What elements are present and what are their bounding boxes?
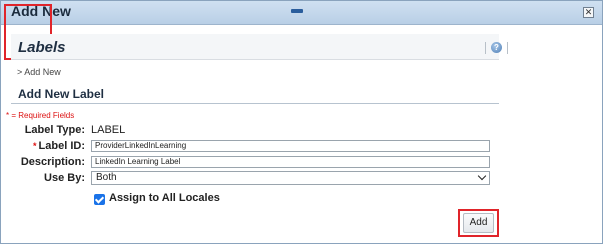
- required-marker: *: [33, 141, 37, 151]
- section-divider: [11, 103, 499, 104]
- page-header: Labels ?: [11, 34, 508, 60]
- label-id-field[interactable]: ProviderLinkedInLearning: [91, 140, 490, 152]
- header-divider: [485, 42, 486, 54]
- help-icon[interactable]: ?: [491, 42, 502, 53]
- add-new-dialog: Add New ✕ Labels ? > Add New Add New Lab…: [0, 0, 603, 244]
- description-field[interactable]: LinkedIn Learning Label: [91, 156, 490, 168]
- dialog-title: Add New: [11, 3, 71, 19]
- label-id-label-text: Label ID:: [38, 140, 85, 152]
- assign-all-locales-label[interactable]: Assign to All Locales: [109, 192, 220, 204]
- label-type-label: Label Type:: [24, 124, 85, 136]
- use-by-label: Use By:: [44, 172, 85, 184]
- label-id-label: * Label ID:: [5, 140, 85, 152]
- header-divider: [507, 42, 508, 54]
- breadcrumb[interactable]: > Add New: [17, 67, 61, 77]
- required-fields-note: * = Required Fields: [6, 111, 75, 120]
- assign-all-locales-checkbox[interactable]: [94, 194, 105, 205]
- page-title: Labels: [18, 39, 66, 56]
- close-button[interactable]: ✕: [583, 7, 594, 18]
- use-by-select[interactable]: Both: [91, 171, 490, 185]
- section-title: Add New Label: [18, 87, 105, 101]
- add-button[interactable]: Add: [463, 213, 494, 233]
- chevron-down-icon: [477, 171, 487, 181]
- dialog-titlebar[interactable]: Add New ✕: [1, 1, 602, 25]
- use-by-selected: Both: [96, 172, 117, 183]
- drag-handle-icon[interactable]: [291, 9, 303, 13]
- description-label: Description:: [20, 156, 85, 168]
- label-type-value: LABEL: [91, 124, 126, 136]
